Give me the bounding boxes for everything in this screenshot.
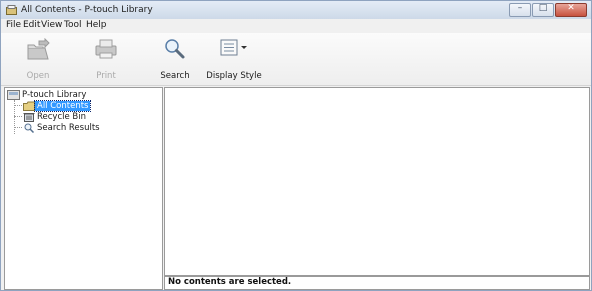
- tree-connector: [14, 105, 22, 106]
- printer-icon: [95, 39, 117, 59]
- window-title: All Contents - P-touch Library: [21, 5, 153, 15]
- menu-view[interactable]: View: [41, 20, 62, 30]
- maximize-button[interactable]: □: [532, 3, 554, 17]
- search-button[interactable]: Search: [156, 33, 194, 85]
- chevron-down-icon: [241, 46, 247, 49]
- minimize-button[interactable]: –: [509, 3, 531, 17]
- menu-file[interactable]: File: [6, 20, 21, 30]
- search-label: Search: [160, 71, 190, 81]
- maximize-icon: □: [538, 3, 548, 13]
- display-style-label: Display Style: [206, 71, 262, 81]
- search-results-icon: [24, 123, 35, 133]
- contents-list-pane[interactable]: [164, 87, 590, 276]
- search-icon: [165, 39, 185, 59]
- print-button[interactable]: Print: [87, 33, 125, 85]
- open-icon: [27, 38, 50, 60]
- tree-item-search-results[interactable]: Search Results: [23, 122, 102, 133]
- display-style-icon: [220, 39, 247, 56]
- display-style-button[interactable]: Display Style: [204, 33, 264, 85]
- toolbar: Open Print Search Display Style: [1, 33, 591, 86]
- recycle-bin-label: Recycle Bin: [37, 111, 87, 122]
- print-label: Print: [96, 71, 116, 81]
- tree-connector: [14, 127, 22, 128]
- library-tree: P-touch Library All Contents Recycle Bin: [4, 87, 163, 290]
- title-bar[interactable]: All Contents - P-touch Library – □ ✕: [1, 1, 591, 19]
- app-window: All Contents - P-touch Library – □ ✕ Fil…: [0, 0, 592, 291]
- status-text: No contents are selected.: [168, 277, 292, 287]
- close-button[interactable]: ✕: [555, 3, 587, 17]
- tree-connector: [14, 116, 22, 117]
- close-icon: ✕: [567, 3, 575, 13]
- recycle-bin-icon: [23, 112, 35, 122]
- menu-bar: File Edit View Tool Help: [1, 19, 591, 33]
- tree-root-p-touch-library[interactable]: P-touch Library: [7, 89, 88, 100]
- menu-help[interactable]: Help: [86, 20, 107, 30]
- minimize-icon: –: [517, 3, 523, 13]
- status-bar: No contents are selected.: [164, 276, 590, 290]
- tree-item-recycle-bin[interactable]: Recycle Bin: [23, 111, 88, 122]
- search-results-label: Search Results: [37, 122, 100, 133]
- library-icon: [7, 89, 20, 100]
- folder-icon: [23, 101, 35, 111]
- menu-tool[interactable]: Tool: [64, 20, 81, 30]
- all-contents-label: All Contents: [33, 99, 92, 112]
- tree-item-all-contents[interactable]: All Contents: [23, 99, 92, 112]
- open-button[interactable]: Open: [19, 33, 57, 85]
- tree-root-label: P-touch Library: [22, 89, 87, 100]
- open-label: Open: [26, 71, 50, 81]
- library-app-icon: [6, 5, 17, 15]
- menu-edit[interactable]: Edit: [23, 20, 40, 30]
- window-controls: – □ ✕: [508, 3, 587, 17]
